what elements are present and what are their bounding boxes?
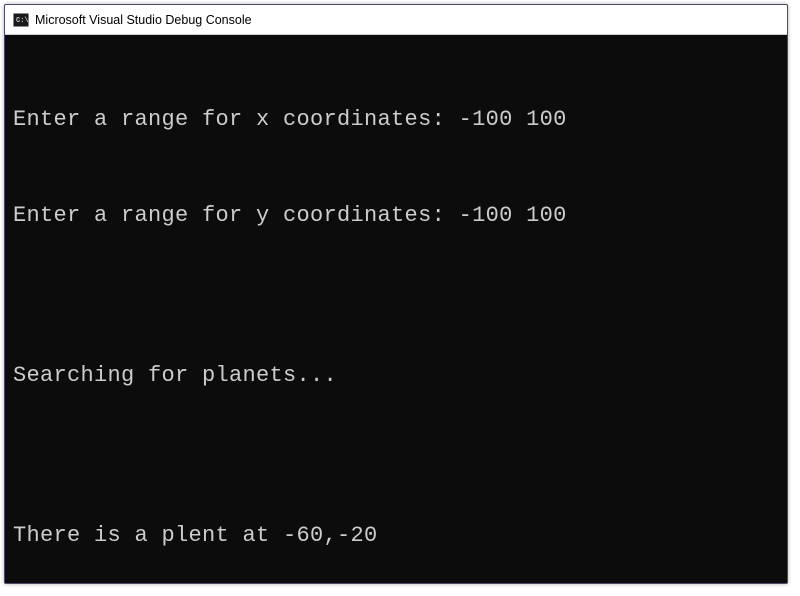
svg-text:C:\: C:\ xyxy=(16,17,29,25)
titlebar[interactable]: C:\ Microsoft Visual Studio Debug Consol… xyxy=(5,5,787,35)
console-output[interactable]: Enter a range for x coordinates: -100 10… xyxy=(5,35,787,583)
console-line: Enter a range for y coordinates: -100 10… xyxy=(13,200,779,232)
console-line: Searching for planets... xyxy=(13,360,779,392)
console-icon: C:\ xyxy=(13,12,29,28)
window-title: Microsoft Visual Studio Debug Console xyxy=(35,13,252,27)
console-window: C:\ Microsoft Visual Studio Debug Consol… xyxy=(4,4,788,584)
console-line: There is a plent at -60,-20 xyxy=(13,520,779,552)
console-line: Enter a range for x coordinates: -100 10… xyxy=(13,104,779,136)
